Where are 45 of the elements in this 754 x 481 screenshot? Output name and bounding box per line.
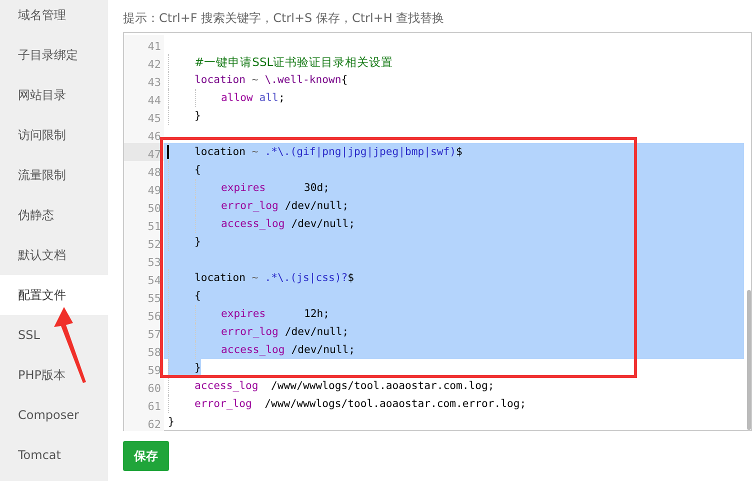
- line-number: 42: [148, 58, 161, 71]
- sidebar-item[interactable]: 访问限制: [0, 115, 108, 155]
- line-number: 55: [148, 292, 161, 305]
- line-number: 44: [148, 94, 161, 107]
- line-number: 53: [148, 256, 161, 269]
- line-number: 46: [148, 130, 161, 143]
- line-number: 47: [148, 148, 161, 161]
- sidebar-item[interactable]: 网站目录: [0, 75, 108, 115]
- code-line: }: [168, 415, 174, 430]
- sidebar-item[interactable]: Tomcat: [0, 435, 108, 475]
- sidebar-item[interactable]: 默认文档: [0, 235, 108, 275]
- line-number: 60: [148, 382, 161, 395]
- code-line: error_log /www/wwwlogs/tool.aoaostar.com.error.log;: [168, 395, 526, 413]
- line-number: 59: [148, 364, 161, 377]
- line-number: 45: [148, 112, 161, 125]
- line-number: 43: [148, 76, 161, 89]
- sidebar-item[interactable]: 流量限制: [0, 155, 108, 195]
- text-cursor: [167, 145, 169, 159]
- scrollbar-thumb[interactable]: [747, 290, 751, 430]
- sidebar-item[interactable]: 配置文件: [0, 275, 108, 315]
- code-line: #一键申请SSL证书验证目录相关设置: [168, 53, 394, 71]
- line-number: 56: [148, 310, 161, 323]
- code-line: location ~ \.well-known{: [168, 71, 348, 89]
- line-number: 58: [148, 346, 161, 359]
- sidebar-item[interactable]: 域名管理: [0, 0, 108, 35]
- line-number: 52: [148, 238, 161, 251]
- code-line: allow all;: [168, 89, 285, 107]
- line-number: 48: [148, 166, 161, 179]
- hint-text: 提示：Ctrl+F 搜索关键字，Ctrl+S 保存，Ctrl+H 查找替换: [123, 10, 444, 27]
- code-editor[interactable]: [123, 32, 752, 431]
- line-number: 62: [148, 418, 161, 431]
- sidebar-item[interactable]: Composer: [0, 395, 108, 435]
- code-line: }: [168, 107, 201, 125]
- line-number: 57: [148, 328, 161, 341]
- sidebar-item[interactable]: 子目录绑定: [0, 35, 108, 75]
- line-number: 41: [148, 40, 161, 53]
- line-number: 49: [148, 184, 161, 197]
- sidebar-item[interactable]: PHP版本: [0, 355, 108, 395]
- line-number: 51: [148, 220, 161, 233]
- code-line: access_log /www/wwwlogs/tool.aoaostar.com.log;: [168, 377, 494, 395]
- line-number: 61: [148, 400, 161, 413]
- sidebar-item[interactable]: 伪静态: [0, 195, 108, 235]
- line-number: 54: [148, 274, 161, 287]
- line-number: 50: [148, 202, 161, 215]
- sidebar-item[interactable]: SSL: [0, 315, 108, 355]
